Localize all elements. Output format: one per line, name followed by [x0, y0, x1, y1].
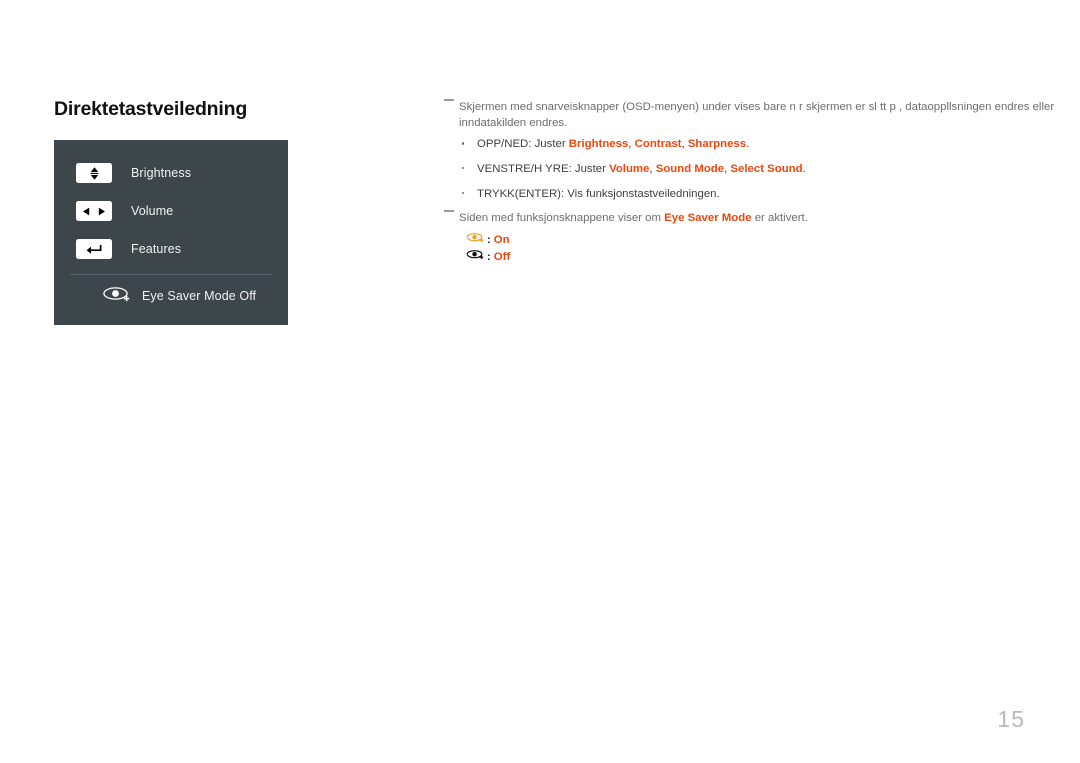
eye-saver-on-icon	[466, 231, 485, 249]
term-eye-saver-mode: Eye Saver Mode	[664, 212, 752, 225]
osd-label-eye-saver-mode: Eye Saver Mode Off	[142, 289, 257, 304]
bullet-dot-icon	[462, 167, 465, 170]
page-title: Direktetastveiledning	[54, 98, 248, 120]
osd-divider	[70, 274, 272, 276]
left-right-arrows-icon[interactable]	[76, 201, 112, 222]
term-contrast: Contrast	[634, 138, 682, 151]
term-select-sound: Select Sound	[730, 163, 803, 176]
em-dash-marker-icon	[444, 210, 454, 213]
osd-row-features[interactable]: Features	[54, 230, 288, 268]
osd-row-volume[interactable]: Volume	[54, 192, 288, 230]
eye-legend-separator-on: :	[487, 234, 491, 247]
eye-saver-legend: : On : Off	[466, 232, 1069, 266]
page-number: 15	[997, 706, 1025, 732]
suffix-1: .	[802, 163, 806, 176]
eye-saver-off-icon	[466, 248, 485, 266]
note2-suffix: er aktivert.	[751, 212, 808, 225]
note-osd-shortcut: Skjermen med snarveisknapper (OSD-menyen…	[444, 99, 1069, 131]
term-sound-mode: Sound Mode	[655, 163, 725, 176]
bullet-dot-icon	[462, 191, 465, 195]
osd-label-features: Features	[131, 242, 182, 257]
list-item-up-down: OPP/NED: Juster Brightness, Contrast, Sh…	[444, 136, 1069, 152]
direct-key-guide-section: Direktetastveiledning Brightness Volume …	[54, 98, 394, 326]
osd-label-volume: Volume	[131, 204, 174, 219]
bullet-dot-icon	[462, 142, 465, 145]
term-sharpness: Sharpness	[687, 138, 747, 151]
term-volume: Volume	[609, 163, 650, 176]
eye-legend-row-on: : On	[466, 232, 1069, 249]
bullet-prefix-left-right: VENSTRE/H YRE: Juster	[477, 163, 610, 176]
key-function-bullet-list: OPP/NED: Juster Brightness, Contrast, Sh…	[444, 136, 1069, 202]
note2-prefix: Siden med funksjonsknappene viser om	[459, 212, 665, 225]
em-dash-marker-icon	[444, 99, 454, 101]
eye-legend-separator-off: :	[487, 251, 491, 264]
eye-saver-off-icon	[102, 285, 132, 308]
note-eye-saver-status-text: Siden med funksjonsknappene viser om Eye…	[459, 210, 1069, 226]
list-item-enter: TRYKK(ENTER): Vis funksjonstastveilednin…	[444, 186, 1069, 202]
bullet-prefix-up-down: OPP/NED: Juster	[477, 138, 569, 151]
note-eye-saver-status: Siden med funksjonsknappene viser om Eye…	[444, 210, 1069, 226]
term-brightness: Brightness	[568, 138, 629, 151]
notes-section: Skjermen med snarveisknapper (OSD-menyen…	[444, 99, 1069, 266]
enter-return-arrow-icon[interactable]	[76, 239, 112, 260]
document-page: Direktetastveiledning Brightness Volume …	[0, 0, 1080, 763]
up-down-arrows-icon[interactable]	[76, 163, 112, 184]
note-osd-shortcut-text: Skjermen med snarveisknapper (OSD-menyen…	[459, 101, 1055, 130]
eye-legend-state-on: On	[493, 234, 510, 247]
osd-row-eye-saver-mode[interactable]: Eye Saver Mode Off	[54, 279, 288, 313]
list-item-left-right: VENSTRE/H YRE: Juster Volume, Sound Mode…	[444, 161, 1069, 177]
eye-legend-row-off: : Off	[466, 249, 1069, 266]
osd-row-brightness[interactable]: Brightness	[54, 154, 288, 192]
eye-legend-state-off: Off	[493, 251, 511, 264]
bullet-prefix-enter: TRYKK(ENTER): Vis funksjonstastveilednin…	[477, 187, 720, 200]
osd-label-brightness: Brightness	[131, 166, 192, 181]
suffix-0: .	[746, 138, 750, 151]
osd-direct-key-guide-panel: Brightness Volume Features Eye Saver Mod…	[54, 140, 288, 326]
